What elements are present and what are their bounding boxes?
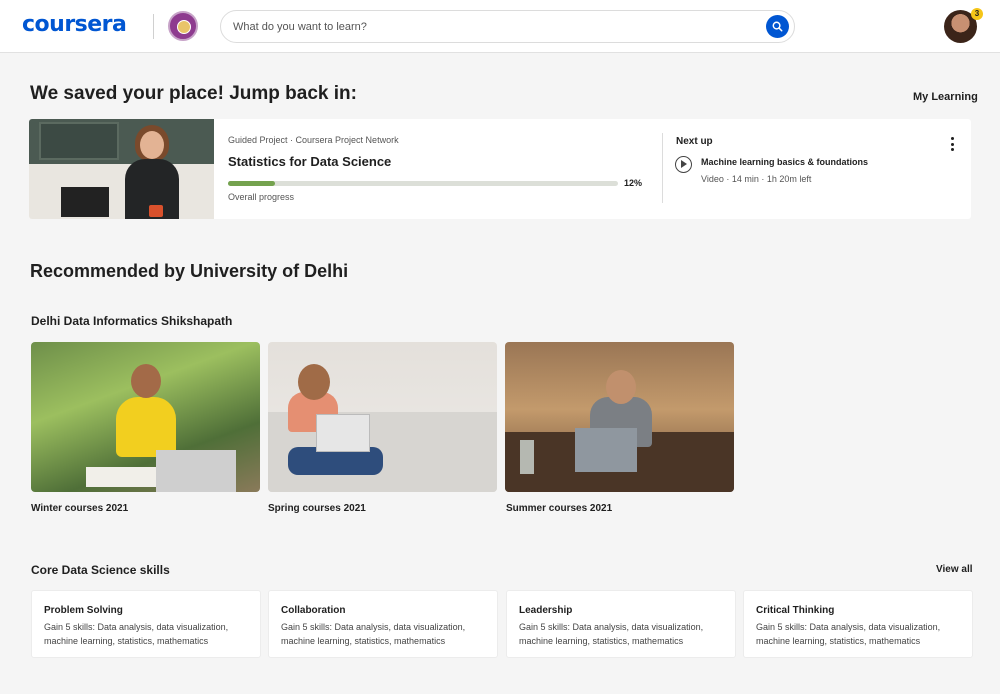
skill-title: Collaboration [281, 605, 346, 616]
collection-tile-spring[interactable] [268, 342, 497, 492]
my-learning-link[interactable]: My Learning [913, 91, 978, 103]
search-button[interactable] [766, 15, 789, 38]
skill-title: Critical Thinking [756, 605, 835, 616]
progress-percent: 12% [624, 178, 643, 188]
tile-person-head [131, 364, 161, 398]
tile-person-sweater [116, 397, 176, 457]
skill-description: Gain 5 skills: Data analysis, data visua… [281, 622, 466, 646]
next-item-title[interactable]: Machine learning basics & foundations [701, 157, 868, 167]
coursera-logo[interactable]: coursera [22, 12, 127, 37]
thumbnail-mug [149, 205, 163, 217]
kebab-dot [950, 148, 954, 151]
skill-card[interactable]: Critical Thinking Gain 5 skills: Data an… [743, 590, 973, 658]
next-item-meta: Video · 14 min · 1h 20m left [701, 174, 812, 184]
tile-laptop [156, 450, 236, 492]
notification-badge: 3 [971, 8, 983, 20]
skill-card[interactable]: Problem Solving Gain 5 skills: Data anal… [31, 590, 261, 658]
tile-label-summer[interactable]: Summer courses 2021 [506, 503, 612, 514]
thumbnail-laptop [61, 187, 109, 217]
top-header: coursera 3 [0, 0, 1000, 53]
thumbnail-chalkboard [39, 122, 119, 160]
core-skills-heading: Core Data Science skills [31, 563, 170, 577]
collection-tile-summer[interactable] [505, 342, 734, 492]
tile-label-spring[interactable]: Spring courses 2021 [268, 503, 366, 514]
tile-bottle [520, 440, 534, 474]
tile-notebook [86, 467, 156, 487]
card-divider [662, 133, 663, 203]
course-meta: Guided Project · Coursera Project Networ… [228, 135, 399, 145]
play-icon[interactable] [675, 156, 692, 173]
next-up-label: Next up [676, 136, 713, 147]
skill-description: Gain 5 skills: Data analysis, data visua… [756, 622, 941, 646]
course-title[interactable]: Statistics for Data Science [228, 154, 391, 169]
kebab-dot [950, 137, 954, 140]
resume-card[interactable]: Guided Project · Coursera Project Networ… [29, 119, 971, 219]
search-icon [772, 21, 783, 32]
thumbnail-face [140, 131, 164, 159]
more-options-icon[interactable] [947, 137, 957, 151]
skill-title: Problem Solving [44, 605, 123, 616]
tile-label-winter[interactable]: Winter courses 2021 [31, 503, 128, 514]
tile-person-head [298, 364, 330, 400]
skill-title: Leadership [519, 605, 573, 616]
skill-card[interactable]: Leadership Gain 5 skills: Data analysis,… [506, 590, 736, 658]
university-seal-logo[interactable] [168, 11, 198, 41]
skill-card[interactable]: Collaboration Gain 5 skills: Data analys… [268, 590, 498, 658]
course-thumbnail[interactable] [29, 119, 214, 219]
skill-description: Gain 5 skills: Data analysis, data visua… [519, 622, 704, 646]
skill-description: Gain 5 skills: Data analysis, data visua… [44, 622, 229, 646]
recommended-heading: Recommended by University of Delhi [30, 261, 349, 281]
collection-tile-winter[interactable] [31, 342, 260, 492]
search-bar [220, 10, 795, 43]
search-input[interactable] [233, 18, 753, 36]
progress-label: Overall progress [228, 192, 295, 202]
program-heading: Delhi Data Informatics Shikshapath [31, 314, 233, 328]
progress-bar [228, 181, 618, 186]
tile-laptop [575, 428, 637, 472]
progress-bar-fill [228, 181, 275, 186]
resume-heading: We saved your place! Jump back in: [30, 83, 357, 104]
view-all-link[interactable]: View all [936, 564, 973, 575]
tile-person-head [606, 370, 636, 404]
kebab-dot [950, 142, 954, 146]
tile-laptop [316, 414, 370, 452]
header-divider [153, 14, 154, 39]
